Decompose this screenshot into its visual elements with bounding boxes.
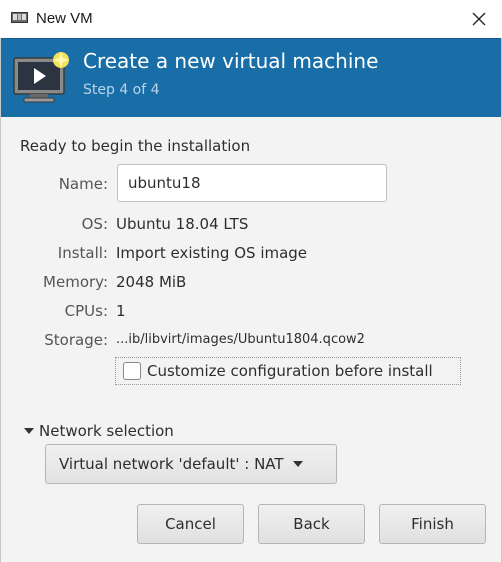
virt-manager-icon [11, 12, 28, 23]
install-value: Import existing OS image [116, 244, 308, 262]
network-source-dropdown[interactable]: Virtual network 'default' : NAT [45, 444, 337, 484]
cancel-button[interactable]: Cancel [137, 504, 244, 544]
close-icon [472, 12, 486, 26]
checkbox-box[interactable] [123, 362, 141, 380]
chevron-down-icon [292, 461, 303, 467]
customize-before-install-checkbox[interactable]: Customize configuration before install [115, 357, 461, 385]
wizard-content: Ready to begin the installation Name: OS… [1, 117, 501, 562]
memory-label: Memory: [43, 273, 108, 291]
triangle-down-icon [24, 428, 34, 434]
wizard-title: Create a new virtual machine [83, 49, 379, 73]
vm-screen-icon [13, 52, 69, 103]
customize-label: Customize configuration before install [147, 362, 433, 380]
install-label: Install: [57, 244, 108, 262]
cpus-label: CPUs: [64, 302, 108, 320]
storage-value: ...ib/libvirt/images/Ubuntu1804.qcow2 [116, 332, 365, 347]
network-selection-expander[interactable]: Network selection [23, 422, 174, 440]
wizard-step: Step 4 of 4 [83, 82, 160, 98]
os-label: OS: [81, 215, 108, 233]
finish-button[interactable]: Finish [379, 504, 486, 544]
memory-value: 2048 MiB [116, 273, 187, 291]
close-button[interactable] [466, 6, 492, 32]
wizard-header: Create a new virtual machine Step 4 of 4 [1, 38, 501, 117]
cpus-value: 1 [116, 302, 126, 320]
name-field[interactable] [117, 164, 387, 202]
window-title: New VM [36, 10, 93, 27]
storage-label: Storage: [44, 331, 108, 349]
network-selection-label: Network selection [39, 422, 174, 440]
name-label: Name: [58, 175, 108, 193]
os-value: Ubuntu 18.04 LTS [116, 215, 249, 233]
summary-heading: Ready to begin the installation [20, 137, 251, 155]
network-selected-value: Virtual network 'default' : NAT [59, 455, 284, 473]
back-button[interactable]: Back [258, 504, 365, 544]
window-titlebar: New VM [0, 0, 502, 38]
